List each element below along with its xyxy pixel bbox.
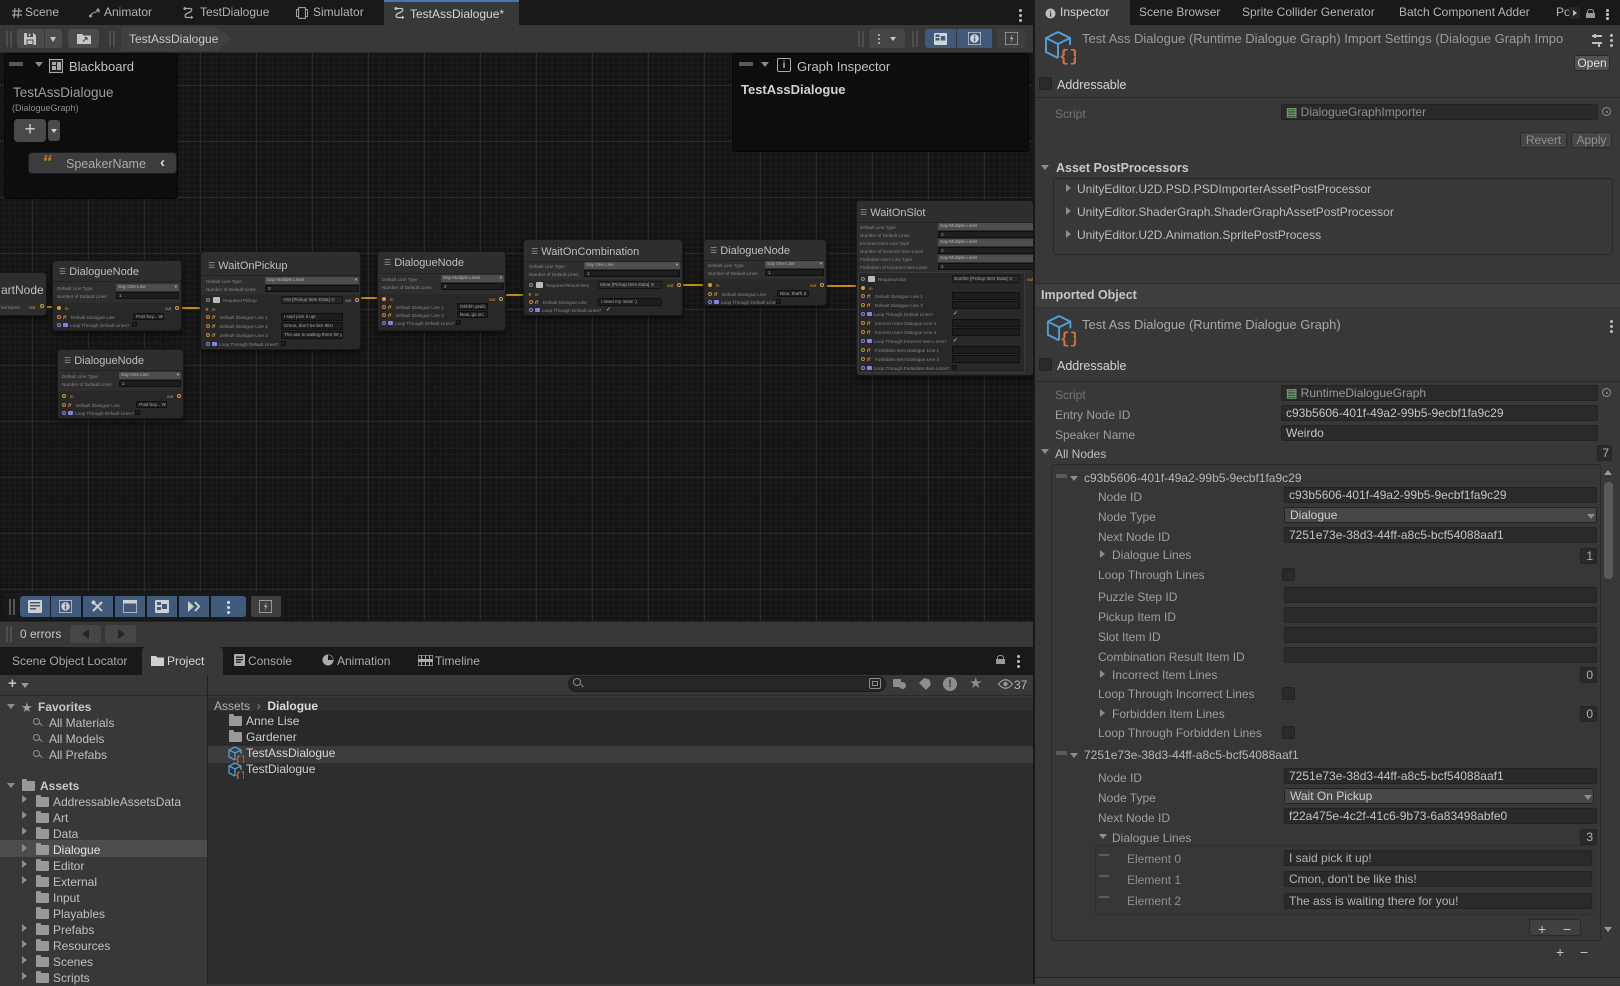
svg-text:{}: {} (1060, 330, 1076, 348)
svg-text:{}: {} (236, 771, 245, 779)
svg-text:{}: {} (1059, 48, 1076, 66)
